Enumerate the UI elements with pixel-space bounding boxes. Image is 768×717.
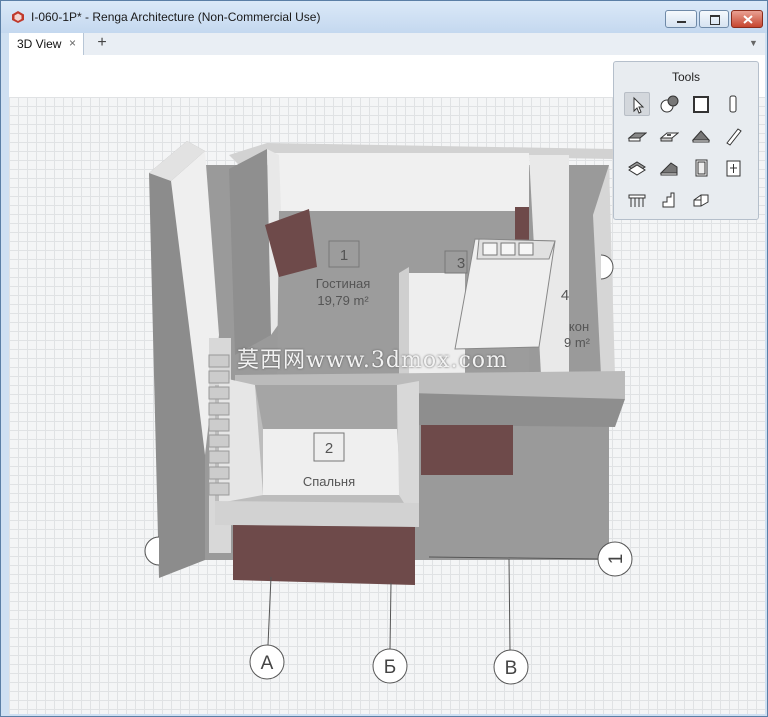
room-2-number: 2 bbox=[325, 440, 333, 457]
inner-west-wall bbox=[229, 149, 271, 355]
slab-tool-icon bbox=[628, 161, 646, 176]
tab-label: 3D View bbox=[17, 37, 62, 51]
window-tool-icon bbox=[726, 160, 741, 177]
railing-tool-button[interactable] bbox=[624, 188, 650, 212]
axis-b-label: Б bbox=[384, 657, 396, 678]
close-icon bbox=[743, 15, 753, 24]
window-title: I-060-1P* - Renga Architecture (Non-Comm… bbox=[31, 10, 321, 24]
tab-close-icon[interactable]: × bbox=[69, 36, 76, 50]
kitchen-cell bbox=[518, 242, 534, 256]
beam-tool-button[interactable] bbox=[720, 124, 746, 148]
axis-a-label: А bbox=[261, 653, 274, 674]
stair-tool-icon bbox=[662, 192, 675, 208]
railing-tool-icon bbox=[628, 194, 646, 207]
axis-marker-partial bbox=[144, 536, 160, 566]
room-1-name: Гостиная bbox=[316, 276, 371, 291]
door-tool-button[interactable] bbox=[688, 156, 714, 180]
floor-tool-icon bbox=[627, 132, 647, 142]
tab-3d-view[interactable]: 3D View × bbox=[9, 33, 84, 55]
room-3-number: 3 bbox=[457, 255, 465, 272]
minimize-button[interactable] bbox=[665, 10, 697, 28]
window-tool-button[interactable] bbox=[720, 156, 746, 180]
ramp-tool-icon bbox=[659, 162, 678, 176]
left-steps bbox=[208, 354, 230, 496]
stair-tool-button[interactable] bbox=[656, 188, 682, 212]
room-1-number: 1 bbox=[340, 247, 348, 264]
maximize-button[interactable] bbox=[699, 10, 729, 28]
axis-1-label: 1 bbox=[606, 554, 627, 565]
tools-panel: Tools bbox=[613, 61, 759, 220]
element-tool-icon bbox=[693, 194, 709, 207]
select-tool-icon bbox=[633, 96, 645, 114]
minimize-icon bbox=[677, 21, 686, 23]
column-tool-button[interactable] bbox=[720, 92, 746, 116]
tab-bar: 3D View × + ▼ bbox=[9, 33, 765, 56]
north-wall-face bbox=[271, 153, 529, 215]
app-window: I-060-1P* - Renga Architecture (Non-Comm… bbox=[0, 0, 768, 717]
floor-tool-button[interactable] bbox=[624, 124, 650, 148]
ramp-tool-button[interactable] bbox=[656, 156, 682, 180]
roof-tool-button[interactable] bbox=[688, 124, 714, 148]
beam-tool-icon bbox=[726, 128, 742, 146]
south-door bbox=[421, 425, 513, 475]
slab-tool-button[interactable] bbox=[624, 156, 650, 180]
annotation-tool-icon bbox=[660, 95, 679, 113]
kitchen-cell bbox=[500, 242, 516, 256]
column-tool-icon bbox=[729, 95, 737, 113]
axis-v-label: В bbox=[505, 658, 518, 679]
roof-tool-icon bbox=[691, 130, 711, 143]
element-tool-button[interactable] bbox=[688, 188, 714, 212]
select-tool-button[interactable] bbox=[624, 92, 650, 116]
kitchen-cell bbox=[482, 242, 498, 256]
maximize-icon bbox=[710, 15, 720, 25]
south-wall bbox=[409, 393, 625, 427]
close-window-button[interactable] bbox=[731, 10, 763, 28]
opening-tool-button[interactable] bbox=[656, 124, 682, 148]
room-4-name: кон bbox=[569, 319, 589, 334]
3d-viewport[interactable]: 1 Гостиная 19,79 m² 3 4 кон 9 m² 2 Спаль… bbox=[9, 55, 765, 714]
tab-menu-icon[interactable]: ▼ bbox=[749, 38, 758, 48]
room-2-name: Спальня bbox=[303, 474, 355, 489]
door-tool-icon bbox=[695, 159, 708, 177]
tools-panel-title: Tools bbox=[671, 70, 700, 84]
wall-tool-button[interactable] bbox=[688, 92, 714, 116]
room-4-number: 4 bbox=[561, 287, 569, 304]
wall-tool-icon bbox=[693, 96, 709, 113]
watermark-text: 莫西网www.3dmox.com bbox=[237, 348, 508, 373]
bedroom-wall-face bbox=[215, 501, 419, 527]
add-tab-button[interactable]: + bbox=[91, 33, 113, 55]
renga-logo-icon bbox=[12, 11, 24, 23]
room-4-area: 9 m² bbox=[564, 335, 591, 350]
bedroom-north-wall bbox=[255, 385, 397, 429]
title-bar[interactable]: I-060-1P* - Renga Architecture (Non-Comm… bbox=[1, 1, 767, 33]
annotation-tool-button[interactable] bbox=[656, 92, 682, 116]
opening-tool-icon bbox=[659, 132, 679, 142]
room-1-area: 19,79 m² bbox=[317, 293, 369, 308]
bedroom-door bbox=[233, 525, 415, 585]
